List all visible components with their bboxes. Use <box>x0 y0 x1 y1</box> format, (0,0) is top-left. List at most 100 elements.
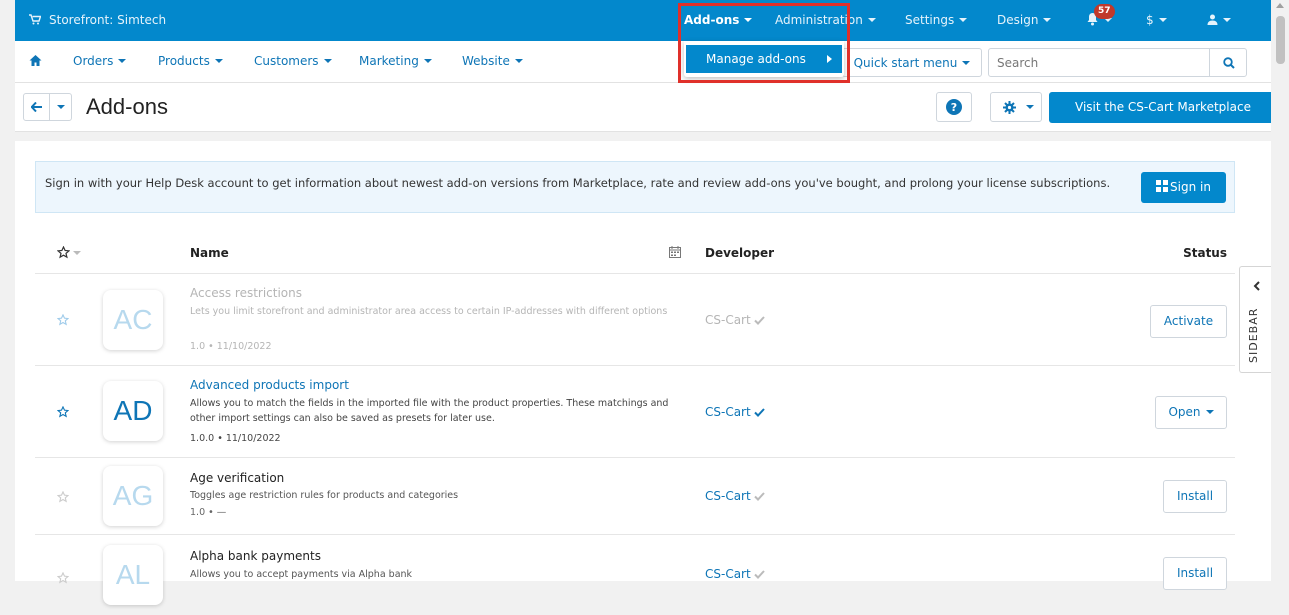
currency-selector[interactable]: $ <box>1146 0 1167 41</box>
developer-link[interactable]: CS-Cart <box>705 489 765 503</box>
check-icon <box>753 570 765 579</box>
user-icon <box>1207 14 1218 25</box>
chevron-down-icon <box>1026 105 1034 109</box>
nav-marketing[interactable]: Marketing <box>359 41 432 82</box>
check-icon <box>753 316 765 325</box>
topnav-settings[interactable]: Settings <box>905 0 968 41</box>
visit-marketplace-button[interactable]: Visit the CS-Cart Marketplace <box>1049 92 1277 123</box>
scroll-up-arrow-icon[interactable] <box>1276 3 1284 8</box>
highlight-box <box>678 3 850 83</box>
chevron-down-icon <box>214 59 223 63</box>
calendar-icon[interactable] <box>669 246 681 258</box>
title-bar: Add-ons ? Visit the CS-Cart Marketplace <box>15 83 1283 132</box>
nav-website[interactable]: Website <box>462 41 523 82</box>
chevron-down-icon <box>118 59 127 63</box>
top-bar: Storefront: Simtech Add-ons Administrati… <box>15 0 1283 41</box>
quick-start-menu-button[interactable]: Quick start menu <box>842 48 982 77</box>
check-icon <box>753 492 765 501</box>
nav-orders[interactable]: Orders <box>73 41 127 82</box>
nav-orders-label: Orders <box>73 54 114 68</box>
content-panel: Sign in with your Help Desk account to g… <box>15 141 1283 605</box>
scrollbar-thumb[interactable] <box>1276 16 1285 64</box>
cart-icon <box>29 14 41 25</box>
user-menu[interactable] <box>1207 0 1231 41</box>
chevron-down-icon <box>867 18 876 22</box>
chevron-down-icon <box>323 59 332 63</box>
storefront-link[interactable]: Storefront: Simtech <box>29 0 166 41</box>
developer-link[interactable]: CS-Cart <box>705 567 765 581</box>
help-button[interactable]: ? <box>936 92 972 122</box>
table-row: AL Alpha bank payments Allows you to acc… <box>35 535 1235 615</box>
home-icon[interactable] <box>29 54 42 67</box>
search-button[interactable] <box>1209 48 1247 77</box>
addon-name[interactable]: Advanced products import <box>190 378 349 392</box>
addon-name[interactable]: Alpha bank payments <box>190 549 321 563</box>
column-status[interactable]: Status <box>1183 233 1227 273</box>
addon-version-date: 1.0 • 11/10/2022 <box>190 341 272 352</box>
column-name[interactable]: Name <box>190 233 229 273</box>
topnav-design[interactable]: Design <box>997 0 1052 41</box>
table-row: AD Advanced products import Allows you t… <box>35 366 1235 458</box>
open-dropdown-button[interactable]: Open <box>1155 396 1227 429</box>
page: Storefront: Simtech Add-ons Administrati… <box>15 0 1283 605</box>
developer-link[interactable]: CS-Cart <box>705 313 765 327</box>
scrollbar[interactable] <box>1271 0 1289 581</box>
chevron-down-icon <box>959 18 968 22</box>
install-button[interactable]: Install <box>1163 480 1227 513</box>
star-outline-icon <box>56 245 71 259</box>
notification-badge: 57 <box>1094 4 1115 19</box>
addon-logo: AD <box>103 381 163 441</box>
chevron-down-icon <box>514 59 523 63</box>
chevron-down-icon <box>962 61 971 65</box>
star-outline-icon[interactable] <box>57 406 69 418</box>
check-icon <box>753 408 765 417</box>
nav-website-label: Website <box>462 54 510 68</box>
addon-name[interactable]: Age verification <box>190 471 284 485</box>
table-row: AG Age verification Toggles age restrict… <box>35 458 1235 535</box>
signin-alert-text: Sign in with your Help Desk account to g… <box>45 176 1111 190</box>
developer-name: CS-Cart <box>705 567 751 581</box>
settings-dropdown-button[interactable] <box>990 92 1042 122</box>
column-developer[interactable]: Developer <box>705 233 774 273</box>
nav-customers[interactable]: Customers <box>254 41 332 82</box>
developer-name: CS-Cart <box>705 313 751 327</box>
sign-in-button[interactable]: Sign in <box>1141 172 1226 203</box>
currency-label: $ <box>1146 13 1154 27</box>
star-outline-icon[interactable] <box>57 314 69 326</box>
storefront-label: Storefront: Simtech <box>49 13 167 27</box>
gear-icon <box>1003 101 1016 114</box>
topnav-design-label: Design <box>997 13 1039 27</box>
install-button[interactable]: Install <box>1163 557 1227 590</box>
back-button[interactable] <box>23 93 50 121</box>
history-dropdown[interactable] <box>49 93 72 121</box>
chevron-left-icon <box>1253 281 1260 291</box>
chevron-down-icon <box>1043 18 1052 22</box>
arrow-left-icon <box>31 102 42 112</box>
addon-version-date: 1.0.0 • 11/10/2022 <box>190 433 281 444</box>
open-label: Open <box>1168 405 1201 419</box>
developer-name: CS-Cart <box>705 405 751 419</box>
chevron-down-icon <box>73 251 81 255</box>
nav-products-label: Products <box>158 54 210 68</box>
sidebar-toggle[interactable]: SIDEBAR <box>1239 266 1273 373</box>
addon-description: Lets you limit storefront and administra… <box>190 306 668 317</box>
addon-name[interactable]: Access restrictions <box>190 286 302 300</box>
signin-icon <box>1156 180 1169 192</box>
favorites-sort[interactable] <box>56 245 81 262</box>
topnav-settings-label: Settings <box>905 13 955 27</box>
chevron-down-icon <box>1158 18 1167 22</box>
activate-button[interactable]: Activate <box>1150 305 1227 338</box>
search-icon <box>1223 57 1235 69</box>
quick-start-label: Quick start menu <box>853 56 958 70</box>
sign-in-label: Sign in <box>1170 180 1211 194</box>
signin-alert: Sign in with your Help Desk account to g… <box>35 161 1235 213</box>
sidebar-label: SIDEBAR <box>1247 307 1260 363</box>
search-input[interactable] <box>988 48 1210 77</box>
star-outline-icon[interactable] <box>57 572 69 584</box>
chevron-down-icon <box>1205 410 1214 414</box>
addon-description: Toggles age restriction rules for produc… <box>190 490 459 501</box>
star-outline-icon[interactable] <box>57 491 69 503</box>
nav-products[interactable]: Products <box>158 41 223 82</box>
developer-link[interactable]: CS-Cart <box>705 405 765 419</box>
chevron-down-icon <box>423 59 432 63</box>
